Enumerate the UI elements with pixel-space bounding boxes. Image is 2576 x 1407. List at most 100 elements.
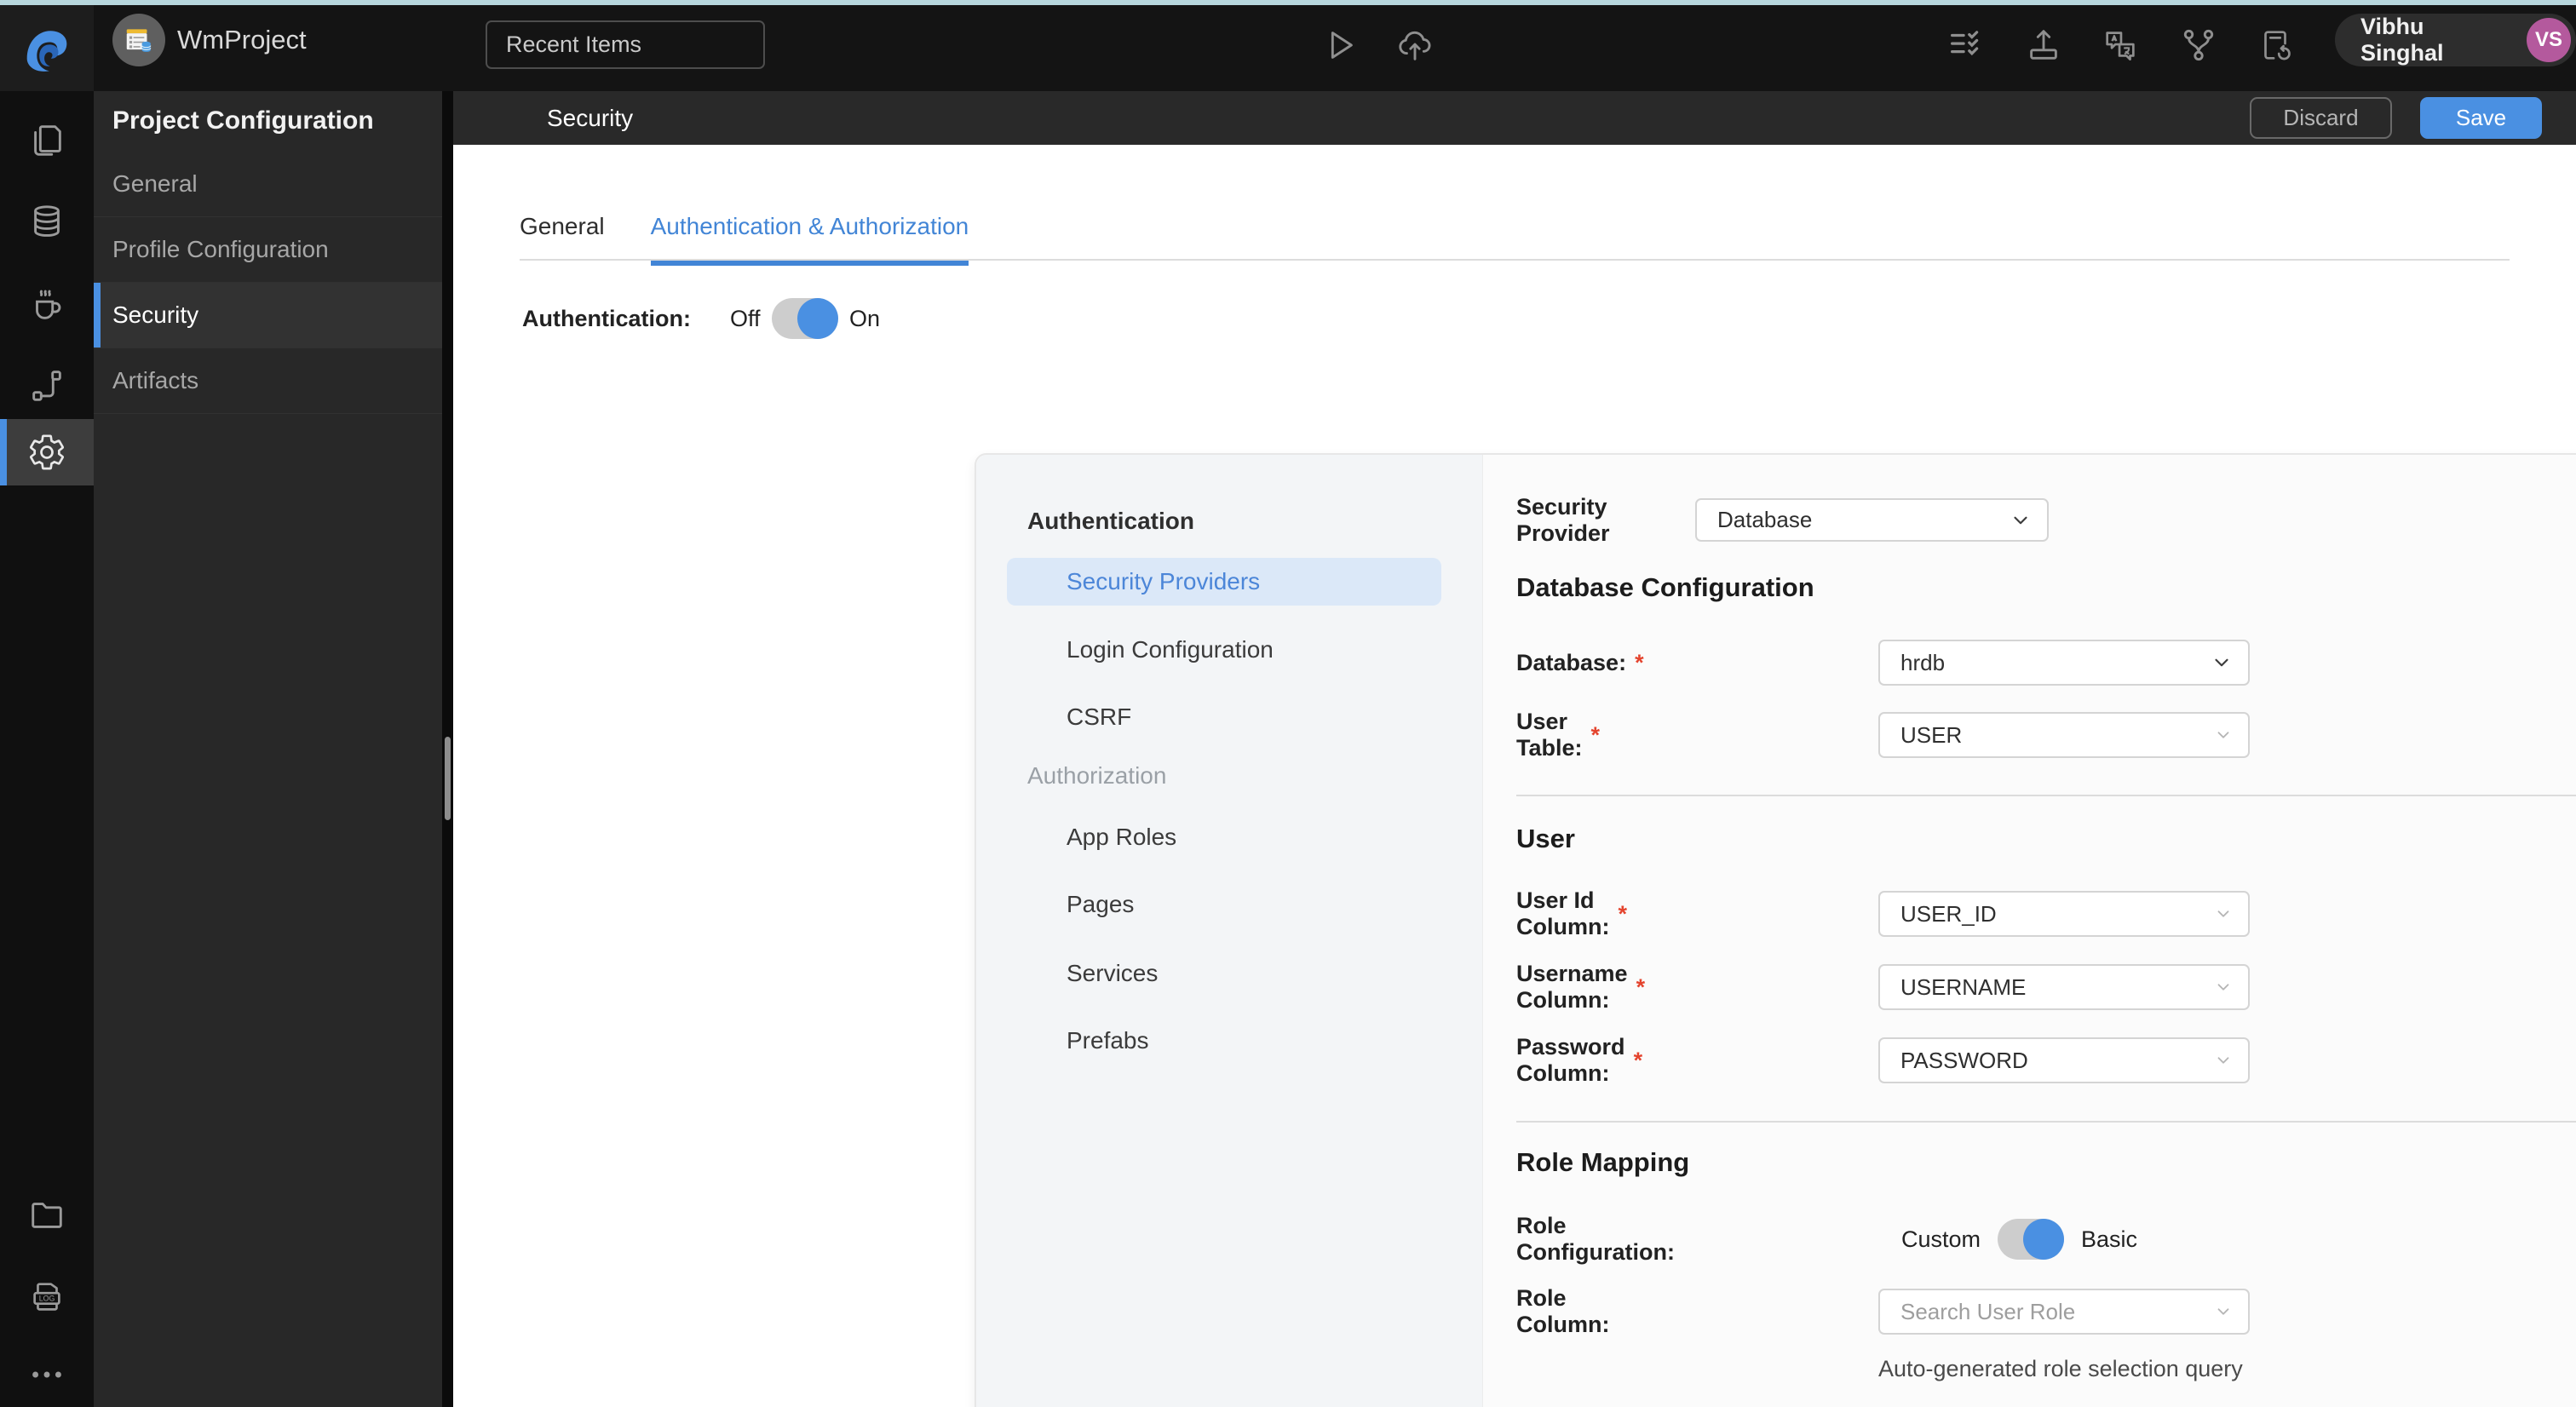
translate-icon [2106,32,2135,61]
export-button[interactable] [2024,26,2063,65]
tab-authentication-authorization[interactable]: Authentication & Authorization [650,213,969,266]
tab-general[interactable]: General [520,213,605,266]
sidebar-item-security[interactable]: Security [94,283,442,348]
security-provider-value: Database [1717,507,1813,532]
rail-item-database[interactable] [0,188,94,255]
toggle-off-label: Off [730,305,761,331]
rail-item-pages[interactable] [0,106,94,173]
user-table-label-text: User Table: [1516,709,1583,761]
panel-item-login-configuration[interactable]: Login Configuration [1067,626,1274,674]
connector-icon [32,370,61,401]
security-provider-label: Security Provider [1516,493,1610,546]
required-marker: * [1636,973,1646,1000]
role-column-label: Role Column: [1516,1285,1610,1337]
version-control-button[interactable] [2179,26,2218,65]
password-column-value: PASSWORD [1900,1047,2028,1073]
authentication-toggle[interactable] [772,298,838,339]
role-column-select[interactable]: Search User Role [1878,1289,2250,1335]
user-id-column-label: User Id Column: * [1516,887,1627,939]
resize-handle[interactable] [445,737,451,820]
panel-item-csrf[interactable]: CSRF [1067,693,1131,741]
chevron-down-icon [2215,658,2228,667]
username-column-select[interactable]: USERNAME [1878,964,2250,1010]
coffee-icon [36,290,61,319]
run-button[interactable] [1320,26,1359,65]
rail-item-apis[interactable] [0,353,94,419]
project-avatar[interactable] [112,14,165,66]
rail-item-more[interactable] [0,1341,94,1407]
panel-item-prefabs[interactable]: Prefabs [1067,1017,1149,1065]
sidebar-title: Project Configuration [112,106,374,135]
play-icon [1331,32,1353,59]
chevron-down-icon [2217,1308,2229,1315]
panel-item-security-providers[interactable]: Security Providers [1007,558,1441,606]
user-id-column-select[interactable]: USER_ID [1878,891,2250,937]
export-icon [2030,30,2057,60]
git-branch-icon [2183,29,2214,61]
role-configuration-toggle[interactable] [1998,1219,2065,1260]
project-config-sidebar: Project Configuration General Profile Co… [94,91,442,1407]
required-marker: * [1618,900,1627,927]
wavemaker-logo-icon [26,30,67,72]
user-name: Vibhu Singhal [2360,14,2444,66]
user-table-value: USER [1900,721,1963,748]
username-column-label-text: Username Column: [1516,961,1628,1013]
chevron-down-icon [2217,984,2229,991]
deploy-button[interactable] [1395,26,1435,65]
localization-button[interactable] [2101,26,2140,65]
discard-button[interactable]: Discard [2250,97,2392,139]
required-marker: * [1633,1047,1643,1073]
panel-item-pages[interactable]: Pages [1067,881,1134,928]
user-table-select[interactable]: USER [1878,712,2250,758]
folder-icon [32,1203,62,1228]
section-divider [1516,795,2576,796]
page-title: Security [547,104,634,131]
sidebar-item-profile-configuration[interactable]: Profile Configuration [94,217,442,283]
section-authorization: Authorization [1027,762,1167,789]
username-column-label: Username Column: * [1516,961,1646,1013]
chevron-down-icon [2217,732,2229,738]
sidebar-resize-gutter[interactable] [442,91,453,1407]
topbar: WmProject Recent Items Vibhu Singhal VS [0,5,2576,91]
save-button[interactable]: Save [2420,97,2542,139]
cloud-upload-icon [1399,31,1431,60]
recent-items-input[interactable]: Recent Items [486,20,765,69]
query-caption: Auto-generated role selection query [1878,1356,2243,1381]
basic-label: Basic [2081,1226,2138,1252]
project-name: WmProject [177,24,307,55]
svg-text:LOG: LOG [39,1295,55,1303]
panel-item-services[interactable]: Services [1067,950,1158,997]
security-provider-select[interactable]: Database [1695,498,2049,542]
panel-item-app-roles[interactable]: App Roles [1067,813,1176,861]
user-chip[interactable]: Vibhu Singhal VS [2335,14,2576,66]
database-select[interactable]: hrdb [1878,640,2250,686]
toggle-knob [797,298,838,339]
user-avatar: VS [2527,18,2571,62]
wavemaker-logo[interactable] [0,5,94,91]
rail-item-settings[interactable] [0,419,94,485]
rail-item-logs[interactable]: LOG [0,1264,94,1330]
rail-item-java-services[interactable] [0,271,94,337]
username-column-value: USERNAME [1900,973,2027,1000]
password-column-label: Password Column: * [1516,1034,1643,1086]
chevron-down-icon [2217,910,2229,917]
security-nav-panel: Authentication Security Providers Login … [976,455,1483,1407]
chevron-down-icon [2014,516,2027,524]
toggle-knob [2023,1219,2065,1260]
security-settings-card: Authentication Security Providers Login … [975,453,2576,1407]
sidebar-item-general[interactable]: General [94,152,442,217]
checklist-icon [1951,31,1979,56]
checklist-button[interactable] [1946,26,1985,65]
rail-item-files[interactable] [0,1182,94,1249]
sidebar-item-artifacts[interactable]: Artifacts [94,348,442,414]
settings-gear-icon [30,434,64,470]
user-id-column-label-text: User Id Column: [1516,887,1610,939]
user-section-title: User [1516,824,1575,853]
icon-rail: LOG [0,91,94,1407]
role-configuration-label: Role Configuration: [1516,1213,1675,1265]
device-sync-button[interactable] [2256,26,2295,65]
project-avatar-icon [126,29,152,52]
role-mapping-title: Role Mapping [1516,1147,1690,1177]
device-sync-icon [2264,31,2291,60]
password-column-select[interactable]: PASSWORD [1878,1037,2250,1083]
